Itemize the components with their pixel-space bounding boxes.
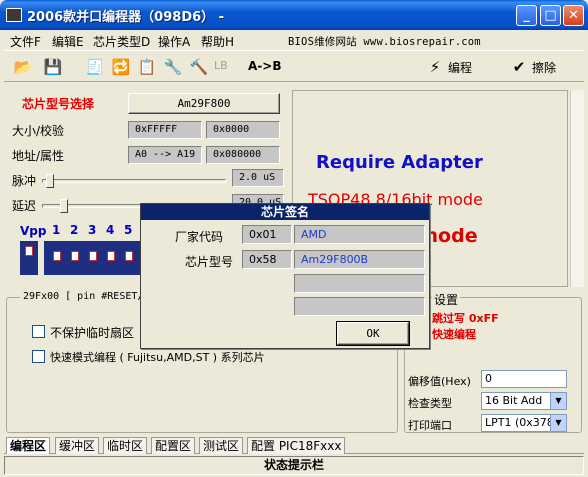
- address-field: A0 --> A19: [128, 146, 202, 164]
- dip-switch-5[interactable]: [122, 245, 136, 273]
- check-type-label: 检查类型: [408, 397, 452, 410]
- tab-test-area[interactable]: 测试区: [199, 437, 244, 454]
- dip-switch-1[interactable]: [50, 245, 64, 273]
- adapter-scrollbar[interactable]: [570, 90, 584, 287]
- lb-button[interactable]: LB: [214, 59, 228, 72]
- program-button[interactable]: 编程: [448, 59, 472, 76]
- port-value: LPT1 (0x378): [485, 416, 559, 429]
- protect-chip-icon[interactable]: 🔧: [162, 56, 184, 78]
- address-label: 地址/属性: [12, 149, 65, 163]
- pin-note: 29Fx00 [ pin #RESET/: [20, 291, 147, 302]
- close-button[interactable]: ✕: [563, 5, 584, 26]
- blank-check-icon[interactable]: 🧾: [84, 56, 106, 78]
- dip-number-2: 2: [70, 223, 79, 237]
- maximize-button[interactable]: □: [540, 5, 561, 26]
- chip-model-button[interactable]: Am29F800: [128, 93, 280, 114]
- delay-slider-thumb[interactable]: [60, 199, 68, 213]
- chevron-down-icon[interactable]: ▼: [550, 415, 566, 431]
- dip-number-1: 1: [52, 223, 61, 237]
- menu-file[interactable]: 文件F: [10, 33, 41, 50]
- settings-label: 设置: [432, 291, 461, 308]
- chip-select-label: 芯片型号选择: [22, 97, 95, 111]
- save-disk-icon[interactable]: 💾: [42, 56, 64, 78]
- menu-help[interactable]: 帮助H: [201, 33, 234, 50]
- extra-field-1: [294, 274, 425, 293]
- program-icon: ⚡: [429, 58, 441, 76]
- app-icon: [6, 8, 22, 22]
- pulse-slider-thumb[interactable]: [46, 174, 54, 188]
- extra-field-2: [294, 297, 425, 316]
- size-label: 大小/校验: [12, 124, 65, 138]
- tab-config-area[interactable]: 配置区: [151, 437, 196, 454]
- port-label: 打印端口: [408, 419, 452, 432]
- dialog-title: 芯片签名: [141, 204, 429, 220]
- chip-signature-dialog: 芯片签名 厂家代码 0x01 AMD 芯片型号 0x58 Am29F800B O…: [140, 203, 430, 349]
- minimize-button[interactable]: _: [516, 5, 537, 26]
- erase-icon: ✔: [512, 58, 526, 76]
- chip-model-label: 芯片型号: [185, 255, 234, 269]
- verify-chip-icon[interactable]: 📋: [136, 56, 158, 78]
- read-chip-icon[interactable]: 🔁: [110, 56, 132, 78]
- dip-number-4: 4: [106, 223, 115, 237]
- vendor-name-field: AMD: [294, 225, 425, 244]
- dip-number-5: 5: [124, 223, 133, 237]
- ok-button[interactable]: OK: [336, 321, 410, 346]
- fast-mode-checkbox[interactable]: [32, 350, 45, 363]
- tab-program-area[interactable]: 编程区: [6, 437, 51, 454]
- website-text: BIOS维修网站 www.biosrepair.com: [288, 36, 481, 48]
- vpp-label: Vpp: [20, 224, 47, 238]
- port-select[interactable]: LPT1 (0x378) ▼: [481, 414, 567, 432]
- checksum-field: 0x0000: [206, 121, 280, 139]
- attr-field: 0x080000: [206, 146, 280, 164]
- vendor-code-label: 厂家代码: [175, 230, 224, 244]
- offset-input[interactable]: 0: [481, 370, 567, 388]
- tab-buffer-area[interactable]: 缓冲区: [55, 437, 100, 454]
- menu-bar: 文件F 编辑E 芯片类型D 操作A 帮助H BIOS维修网站 www.biosr…: [4, 30, 584, 50]
- tab-config-pic[interactable]: 配置 PIC18Fxxx: [247, 437, 346, 454]
- vpp-switch[interactable]: [20, 241, 38, 275]
- a-to-b-button[interactable]: A->B: [248, 59, 281, 73]
- delay-label: 延迟: [12, 199, 37, 213]
- status-bar: 状态提示栏: [4, 456, 584, 475]
- skip-ff-label[interactable]: 跳过写 0xFF: [432, 310, 499, 326]
- open-folder-icon[interactable]: 📂: [12, 56, 34, 78]
- menu-edit[interactable]: 编辑E: [52, 33, 84, 50]
- tab-temp-area[interactable]: 临时区: [103, 437, 148, 454]
- dip-switch-4[interactable]: [104, 245, 118, 273]
- dip-switch-3[interactable]: [86, 245, 100, 273]
- no-protect-checkbox[interactable]: [32, 325, 45, 338]
- fast-program-label[interactable]: 快速编程: [432, 326, 476, 342]
- erase-button[interactable]: 擦除: [532, 59, 556, 76]
- check-type-value: 16 Bit Add: [485, 394, 543, 407]
- menu-chip-type[interactable]: 芯片类型D: [93, 33, 150, 50]
- no-protect-label: 不保护临时扇区: [50, 326, 135, 340]
- dip-switch-2[interactable]: [68, 245, 82, 273]
- chip-name-field: Am29F800B: [294, 250, 425, 269]
- chip-code-field: 0x58: [242, 250, 292, 269]
- adapter-title: Require Adapter: [316, 152, 483, 173]
- unprotect-chip-icon[interactable]: 🔨: [188, 56, 210, 78]
- check-type-select[interactable]: 16 Bit Add ▼: [481, 392, 567, 410]
- window-title: 2006款并口编程器（098D6） -: [27, 10, 225, 25]
- pulse-value-field: 2.0 uS: [232, 169, 284, 187]
- dip-number-3: 3: [88, 223, 97, 237]
- toolbar: 📂 💾 🧾 🔁 📋 🔧 🔨 LB A->B ⚡ 编程 ✔ 擦除: [4, 50, 584, 82]
- fast-mode-label: 快速模式编程 ( Fujitsu,AMD,ST ) 系列芯片: [50, 351, 265, 364]
- chevron-down-icon[interactable]: ▼: [550, 393, 566, 409]
- size-field: 0xFFFFF: [128, 121, 202, 139]
- pulse-label: 脉冲: [12, 174, 37, 188]
- pulse-slider-track[interactable]: [42, 179, 226, 183]
- offset-label: 偏移值(Hex): [408, 375, 471, 388]
- vendor-code-field: 0x01: [242, 225, 292, 244]
- menu-operation[interactable]: 操作A: [158, 33, 190, 50]
